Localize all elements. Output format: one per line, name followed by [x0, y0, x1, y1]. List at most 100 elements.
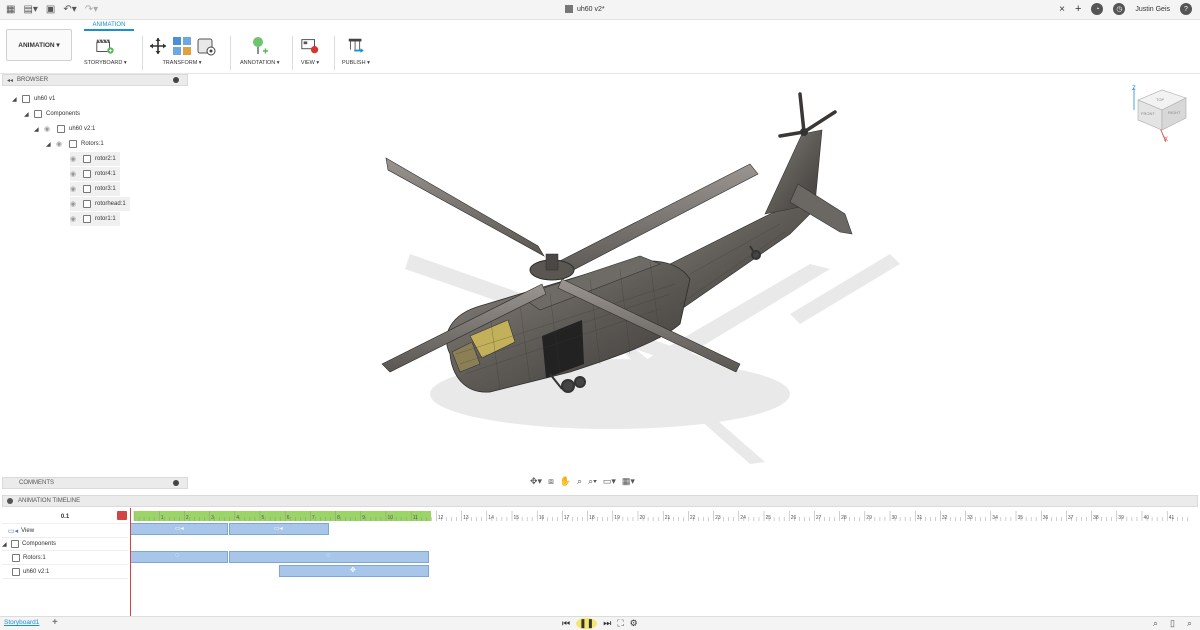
storyboard-tab[interactable]: Storyboard1 — [4, 619, 39, 626]
viewcube[interactable]: Z X TOP FRONT RIGHT — [1130, 82, 1190, 143]
view-label: VIEW ▾ — [300, 60, 320, 66]
storyboard-tool[interactable]: STORYBOARD ▾ — [84, 36, 127, 66]
expand-triangle-icon[interactable]: ◢ — [24, 111, 30, 118]
restore-home-icon — [196, 36, 216, 56]
view-camera-bar[interactable]: ▭◂ — [229, 523, 329, 535]
help-icon[interactable]: ? — [1180, 3, 1192, 15]
look-at-icon[interactable]: ⧈ — [548, 476, 554, 487]
tree-item-rotor1[interactable]: ◉ rotor1:1 — [70, 212, 120, 226]
playhead-line[interactable] — [130, 508, 131, 616]
ruler-tick-label: 33 — [967, 515, 973, 521]
search-icon[interactable]: ⌕ — [1187, 618, 1192, 629]
tab-animation[interactable]: ANIMATION — [84, 22, 134, 31]
tree-item-uh60[interactable]: ◢ ◉ uh60 v2:1 — [34, 122, 95, 136]
notifications-icon[interactable]: ◷ — [1113, 3, 1126, 15]
track-label-text: Components — [22, 541, 57, 547]
save-icon[interactable]: ▣ — [46, 4, 55, 16]
helicopter-model[interactable] — [190, 74, 1198, 474]
panel-options-icon[interactable] — [173, 77, 179, 83]
publish-tool[interactable]: PUBLISH ▾ — [342, 36, 370, 66]
new-tab-icon[interactable]: + — [1075, 3, 1081, 15]
visibility-eye-icon[interactable]: ◉ — [70, 185, 79, 193]
expand-triangle-icon[interactable]: ◢ — [34, 126, 40, 133]
rotors-rotate-bar[interactable]: ◌ — [229, 551, 429, 563]
animation-timeline-header[interactable]: ANIMATION TIMELINE — [2, 495, 1198, 507]
track-label-rotors[interactable]: Rotors:1 — [2, 552, 128, 565]
browser-header[interactable]: ◂◂ BROWSER — [2, 74, 188, 86]
tree-item-components[interactable]: ◢ Components — [24, 107, 80, 121]
pan-icon[interactable]: ✋ — [560, 476, 571, 487]
undo-icon[interactable]: ↶▾ — [63, 4, 76, 16]
visibility-eye-icon[interactable]: ◉ — [70, 155, 79, 163]
canvas-viewport[interactable] — [190, 74, 1198, 474]
tree-item-rotor2[interactable]: ◉ rotor2:1 — [70, 152, 120, 166]
view-camera-bar[interactable]: ▭◂ — [130, 523, 228, 535]
timeline-tracks-area[interactable]: 1 2 3 4 5 6 7 8 9 10 11 12 13 14 15 16 17 18 19 20 21 22 23 24 2… — [128, 508, 1198, 618]
tree-item-rotor4[interactable]: ◉ rotor4:1 — [70, 167, 120, 181]
zoom-window-icon[interactable]: ⌕▾ — [588, 476, 597, 487]
component-icon — [83, 155, 91, 163]
zoom-icon[interactable]: ⌕ — [577, 476, 582, 487]
tree-item-rotorhead[interactable]: ◉ rotorhead:1 — [70, 197, 130, 211]
title-bar-icons: ▦ ▤▾ ▣ ↶▾ ↷▾ — [6, 4, 98, 16]
visibility-eye-icon[interactable]: ◉ — [70, 170, 79, 178]
current-time-readout[interactable]: 0.1 — [2, 511, 128, 524]
display-settings-icon[interactable]: ▭▾ — [603, 476, 616, 487]
expand-triangle-icon[interactable]: ◢ — [46, 141, 52, 148]
tree-item-root[interactable]: ◢ uh60 v1 — [12, 92, 55, 106]
ruler-tick-label: 6 — [287, 515, 290, 521]
ruler-tick-label: 41 — [1169, 515, 1175, 521]
pause-icon[interactable]: ❚❚ — [576, 618, 598, 629]
ruler-tick-label: 5 — [262, 515, 265, 521]
expand-triangle-icon[interactable]: ◢ — [12, 96, 18, 103]
ruler-tick-label: 16 — [539, 515, 545, 521]
expand-triangle-icon[interactable]: ◢ — [2, 541, 8, 548]
comments-panel: COMMENTS — [2, 477, 188, 489]
rotors-rotate-bar[interactable]: ◌ — [130, 551, 228, 563]
ruler-tick-label: 38 — [1093, 515, 1099, 521]
storyboard-icon — [95, 36, 115, 56]
visibility-eye-icon[interactable]: ◉ — [44, 125, 53, 133]
comments-header[interactable]: COMMENTS — [2, 477, 188, 489]
visibility-eye-icon[interactable]: ◉ — [70, 215, 79, 223]
ruler-tick-label: 13 — [463, 515, 469, 521]
playback-settings-icon[interactable]: ⚙ — [630, 618, 638, 629]
uh60-move-bar[interactable]: ✥ — [279, 565, 429, 577]
timeline-title: ANIMATION TIMELINE — [18, 498, 81, 504]
collapse-panel-icon[interactable]: ◂◂ — [7, 77, 13, 84]
app-grid-icon[interactable]: ▦ — [6, 4, 15, 16]
grid-settings-icon[interactable]: ▦▾ — [622, 476, 635, 487]
folder-icon — [11, 540, 19, 548]
visibility-eye-icon[interactable]: ◉ — [56, 140, 65, 148]
tree-item-rotors[interactable]: ◢ ◉ Rotors:1 — [46, 137, 104, 151]
document-tab[interactable]: uh60 v2* — [565, 5, 605, 13]
close-tab-icon[interactable]: × — [1059, 4, 1065, 15]
playhead-handle[interactable] — [117, 511, 127, 520]
skip-to-end-icon[interactable]: ⏭ — [603, 618, 611, 629]
track-label-components[interactable]: ◢ Components — [2, 538, 128, 551]
redo-icon[interactable]: ↷▾ — [85, 4, 98, 16]
skip-to-start-icon[interactable]: ⏮ — [562, 618, 570, 629]
user-name[interactable]: Justin Geis — [1135, 6, 1170, 13]
comments-options-icon[interactable] — [173, 480, 179, 486]
orbit-icon[interactable]: ✥▾ — [530, 476, 542, 487]
ruler-tick-label: 24 — [740, 515, 746, 521]
collapse-timeline-icon[interactable] — [7, 498, 13, 504]
transform-tool[interactable]: TRANSFORM ▾ — [148, 36, 216, 66]
track-label-view[interactable]: ▭◂ View — [2, 525, 128, 538]
add-storyboard-button[interactable]: + — [52, 617, 58, 628]
fit-view-icon[interactable]: ⛶ — [617, 618, 623, 629]
viewcube-top-label: TOP — [1156, 97, 1164, 102]
view-tool[interactable]: VIEW ▾ — [300, 36, 320, 66]
page-icon[interactable]: ▯ — [1170, 618, 1175, 629]
tree-item-rotor3[interactable]: ◉ rotor3:1 — [70, 182, 120, 196]
job-status-icon[interactable]: ◔ — [1091, 3, 1104, 15]
zoom-timeline-icon[interactable]: ⌕ — [1153, 618, 1158, 629]
annotation-tool[interactable]: ANNOTATION ▾ — [240, 36, 280, 66]
workspace-switcher[interactable]: ANIMATION ▾ — [6, 29, 72, 61]
file-menu-icon[interactable]: ▤▾ — [23, 4, 37, 16]
ruler-tick-label: 18 — [589, 515, 595, 521]
track-label-text: View — [21, 528, 35, 534]
visibility-eye-icon[interactable]: ◉ — [70, 200, 79, 208]
track-label-uh60[interactable]: uh60 v2:1 — [2, 566, 128, 579]
